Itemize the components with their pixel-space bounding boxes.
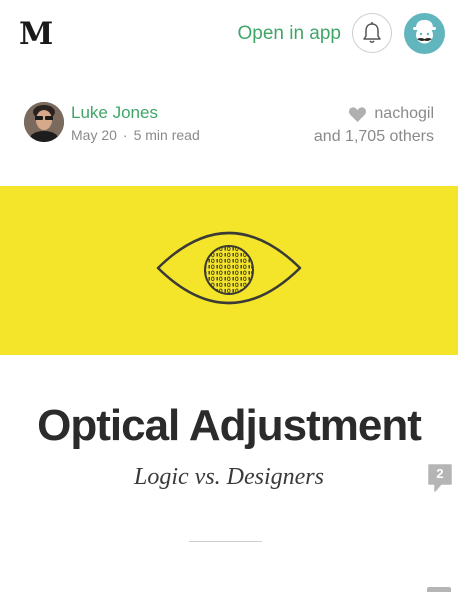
medium-logo[interactable]: M [19,14,53,54]
article-subtitle: Logic vs. Designers [134,464,324,490]
heart-icon[interactable] [348,106,367,123]
user-avatar[interactable] [404,13,445,54]
author-photo [24,102,64,142]
notifications-button[interactable] [352,13,392,53]
bell-icon [363,22,381,43]
eye-icon [156,231,302,305]
hero-image [0,186,458,355]
article-title: Optical Adjustment [37,401,422,450]
post-meta: May 20 · 5 min read [71,126,200,144]
mustache-avatar-icon [413,20,436,44]
author-avatar[interactable] [24,102,64,142]
author-name-link[interactable]: Luke Jones [71,103,158,123]
read-time: 5 min read [133,127,200,143]
recommend-others[interactable]: and 1,705 others [314,126,434,148]
author-row: Luke Jones May 20 · 5 min read nachogil an… [0,96,458,152]
top-nav-bar: M Open in app [0,0,458,68]
meta-separator: · [122,127,128,143]
section-divider [189,541,262,542]
recommender-name[interactable]: nachogil [374,105,434,123]
recommendations: nachogil and 1,705 others [314,103,434,148]
open-in-app-link[interactable]: Open in app [237,22,341,46]
comment-count[interactable]: 2 [428,465,452,483]
post-date: May 20 [71,127,117,143]
bottom-edge-marker [427,587,451,592]
